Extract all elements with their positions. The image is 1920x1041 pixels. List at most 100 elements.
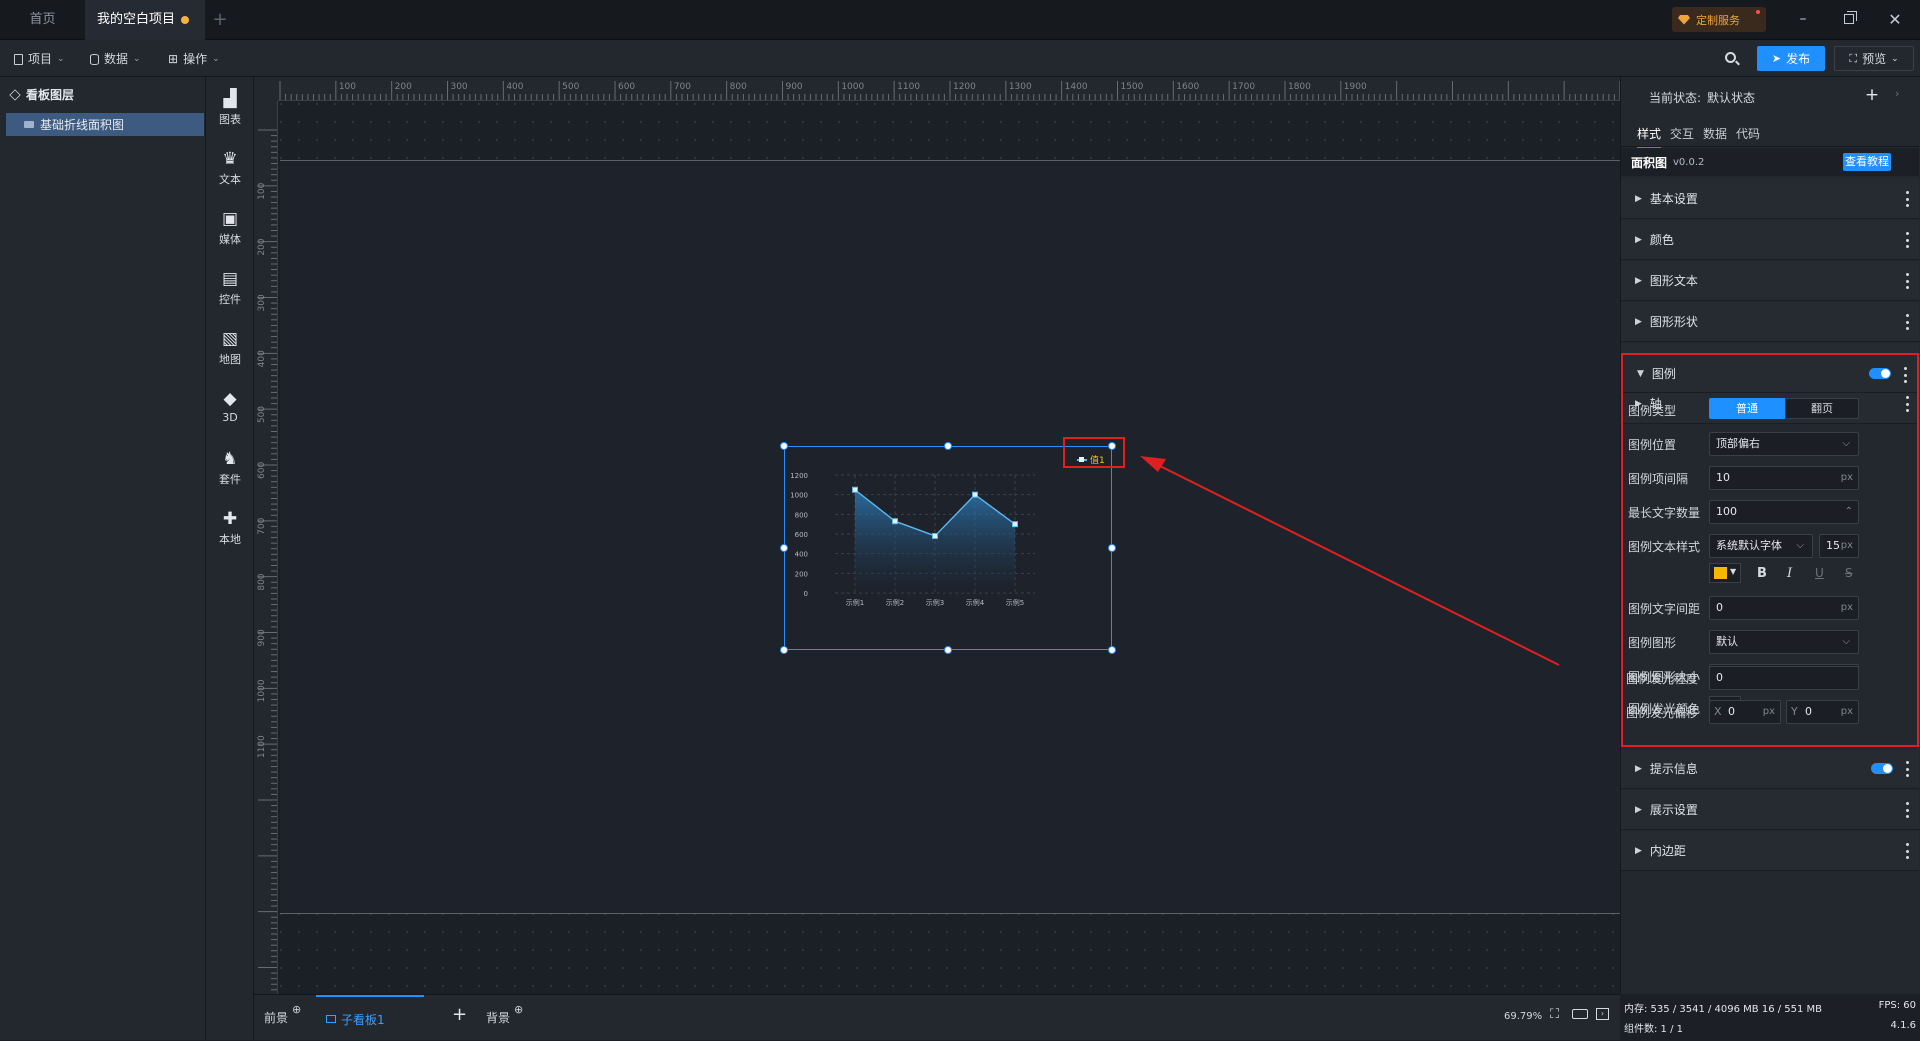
background-tab[interactable]: 背景 ⊕ [486, 1003, 523, 1026]
legend-type-page[interactable]: 翻页 [1785, 398, 1859, 419]
data-point[interactable] [852, 486, 858, 493]
italic-icon[interactable]: I [1787, 566, 1792, 581]
legend-position-select[interactable]: 顶部偏右 ⌵ [1709, 432, 1859, 456]
close-window-button[interactable]: ✕ [1872, 0, 1918, 40]
legend-type-normal[interactable]: 普通 [1709, 398, 1785, 419]
tool-3d[interactable]: ◆ 3D [206, 383, 254, 439]
stepper-up-icon[interactable]: ⌃ [1845, 501, 1853, 523]
fit-screen-icon[interactable]: ⛶ [1550, 1007, 1559, 1022]
section-3-secTop[interactable]: ▶ 图形形状 [1621, 302, 1919, 342]
menu-data[interactable]: 数据 ⌄ [84, 47, 147, 71]
add-board-button[interactable]: + [452, 1004, 467, 1025]
ruler-label: 200 [395, 82, 412, 92]
more-icon[interactable] [1905, 802, 1909, 818]
tab-data[interactable]: 数据 [1703, 125, 1727, 142]
resize-handle[interactable] [1108, 544, 1116, 552]
ruler-label: 100 [339, 82, 356, 92]
tab-interaction[interactable]: 交互 [1670, 125, 1694, 142]
y-tick-label: 600 [795, 531, 808, 539]
more-icon[interactable] [1905, 761, 1909, 777]
tool-text[interactable]: ♛ 文本 [206, 143, 254, 199]
tool-chart[interactable]: ▟ 图表 [206, 83, 254, 139]
legend-toggle[interactable] [1869, 368, 1891, 379]
keyboard-icon[interactable] [1572, 1009, 1588, 1019]
legend-gap-input[interactable]: 10 px [1709, 466, 1859, 490]
data-point[interactable] [932, 532, 938, 539]
more-icon[interactable] [1905, 232, 1909, 248]
resize-handle[interactable] [780, 544, 788, 552]
section-legend[interactable]: ▼ 图例 [1623, 355, 1917, 393]
tool-chart-label: 图表 [219, 113, 241, 126]
bold-icon[interactable]: B [1757, 566, 1767, 581]
add-state-button[interactable]: + [1862, 85, 1882, 105]
more-icon[interactable] [1905, 191, 1909, 207]
zoom-level[interactable]: 69.79% [1504, 1011, 1542, 1022]
ruler-label: 1700 [1232, 82, 1255, 92]
menu-operate[interactable]: ⊞ 操作 ⌄ [162, 47, 226, 71]
section-2-secTop[interactable]: ▶ 图形文本 [1621, 261, 1919, 301]
preview-button[interactable]: ⛶ 预览 ⌄ [1834, 46, 1914, 71]
notification-dot-icon [1756, 10, 1760, 14]
section-1-secBottom[interactable]: ▶ 展示设置 [1621, 790, 1919, 830]
new-tab-button[interactable]: + [208, 0, 232, 40]
collapse-arrow-icon[interactable]: › [1895, 87, 1899, 100]
tab-home[interactable]: 首页 [0, 0, 85, 40]
custom-service-button[interactable]: 定制服务 [1672, 7, 1766, 32]
resize-handle[interactable] [1108, 646, 1116, 654]
add-circle-icon[interactable]: ⊕ [514, 1003, 523, 1016]
resize-handle[interactable] [780, 646, 788, 654]
legend-text-color-picker[interactable]: ▼ [1709, 563, 1741, 583]
caret-down-icon: ▼ [1637, 368, 1644, 379]
chevron-down-icon: ⌄ [133, 54, 141, 64]
legend-glowlevel-input[interactable]: 0 [1709, 666, 1859, 690]
tool-map[interactable]: ▧ 地图 [206, 323, 254, 379]
add-circle-icon[interactable]: ⊕ [292, 1003, 301, 1016]
legend-glow-x-input[interactable]: X 0 px [1709, 700, 1781, 724]
data-point[interactable] [972, 491, 978, 498]
resize-handle[interactable] [944, 646, 952, 654]
tool-control[interactable]: ▤ 控件 [206, 263, 254, 319]
tab-style[interactable]: 样式 [1637, 125, 1662, 149]
more-icon[interactable] [1903, 367, 1907, 383]
data-point[interactable] [892, 518, 898, 525]
more-icon[interactable] [1905, 273, 1909, 289]
tab-my-project[interactable]: 我的空白项目 [85, 0, 205, 40]
more-icon[interactable] [1905, 314, 1909, 330]
data-point[interactable] [1012, 521, 1018, 528]
legend-maxchars-input[interactable]: 100 ⌃ [1709, 500, 1859, 524]
underline-icon[interactable]: U [1815, 566, 1824, 580]
legend-textspacing-input[interactable]: 0 px [1709, 596, 1859, 620]
chart-component[interactable]: 1200 1000 800 600 400 200 0 示例1 示例2 示例3 示例4 示例5 值1 [784, 446, 1112, 650]
subboard-tab[interactable]: 子看板1 [316, 995, 424, 1041]
section-0-secBottom[interactable]: ▶ 提示信息 [1621, 749, 1919, 789]
legend-fontsize-input[interactable]: 15 px [1819, 534, 1859, 558]
section-0-secTop[interactable]: ▶ 基本设置 [1621, 179, 1919, 219]
strikethrough-icon[interactable]: S [1845, 566, 1853, 580]
section-1-secTop[interactable]: ▶ 颜色 [1621, 220, 1919, 260]
publish-button[interactable]: ➤ 发布 [1757, 46, 1825, 71]
tab-code[interactable]: 代码 [1736, 125, 1760, 142]
legend-shape-select[interactable]: 默认 ⌵ [1709, 630, 1859, 654]
section-toggle[interactable] [1871, 763, 1893, 774]
menu-project[interactable]: 项目 ⌄ [8, 47, 71, 71]
foreground-tab[interactable]: 前景 ⊕ [264, 1003, 301, 1026]
tool-media[interactable]: ▣ 媒体 [206, 203, 254, 259]
legend-textspacing-value: 0 [1716, 601, 1723, 614]
legend-glow-y-input[interactable]: Y 0 px [1786, 700, 1859, 724]
restore-button[interactable] [1826, 0, 1872, 40]
layer-item[interactable]: 基础折线面积图 [6, 113, 204, 136]
tool-kit[interactable]: ♞ 套件 [206, 443, 254, 499]
terminal-icon[interactable]: › [1596, 1008, 1609, 1020]
tool-local[interactable]: ✚ 本地 [206, 503, 254, 559]
minimize-button[interactable]: – [1780, 0, 1826, 40]
legend-font-select[interactable]: 系统默认字体 ⌵ [1709, 534, 1813, 558]
section-2-secBottom[interactable]: ▶ 内边距 [1621, 831, 1919, 871]
more-icon[interactable] [1905, 843, 1909, 859]
tutorial-button[interactable]: 查看教程 [1843, 153, 1891, 171]
resize-handle[interactable] [780, 442, 788, 450]
state-value[interactable]: 默认状态 [1707, 89, 1755, 106]
resize-handle[interactable] [944, 442, 952, 450]
ruler-label: 1600 [1176, 82, 1199, 92]
search-button[interactable] [1722, 49, 1742, 69]
ruler-label: 1200 [953, 82, 976, 92]
